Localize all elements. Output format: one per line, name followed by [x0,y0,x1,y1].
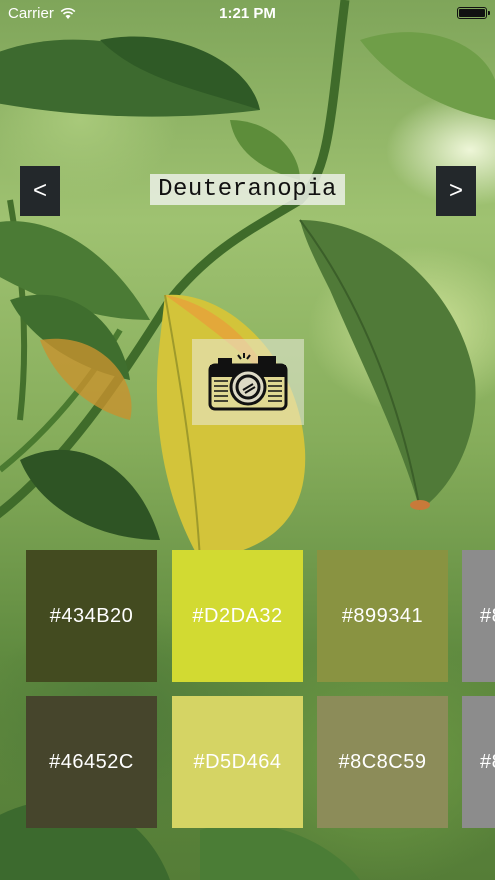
color-swatch[interactable]: #8 [462,696,495,828]
color-swatch[interactable]: #D2DA32 [172,550,303,682]
color-swatches: #434B20 #D2DA32 #899341 #8 #46452C #D5D4… [26,550,495,830]
mode-title: Deuteranopia [150,174,345,205]
color-swatch[interactable]: #8 [462,550,495,682]
next-mode-button[interactable]: > [436,166,476,216]
camera-icon [208,353,288,411]
color-swatch[interactable]: #434B20 [26,550,157,682]
mode-title-container: Deuteranopia [0,174,495,205]
status-bar: Carrier 1:21 PM [0,0,495,28]
color-swatch[interactable]: #46452C [26,696,157,828]
color-swatch[interactable]: #8C8C59 [317,696,448,828]
color-swatch[interactable]: #D5D464 [172,696,303,828]
color-swatch[interactable]: #899341 [317,550,448,682]
battery-icon [457,7,490,19]
camera-button[interactable] [192,339,304,425]
status-time: 1:21 PM [219,5,276,22]
